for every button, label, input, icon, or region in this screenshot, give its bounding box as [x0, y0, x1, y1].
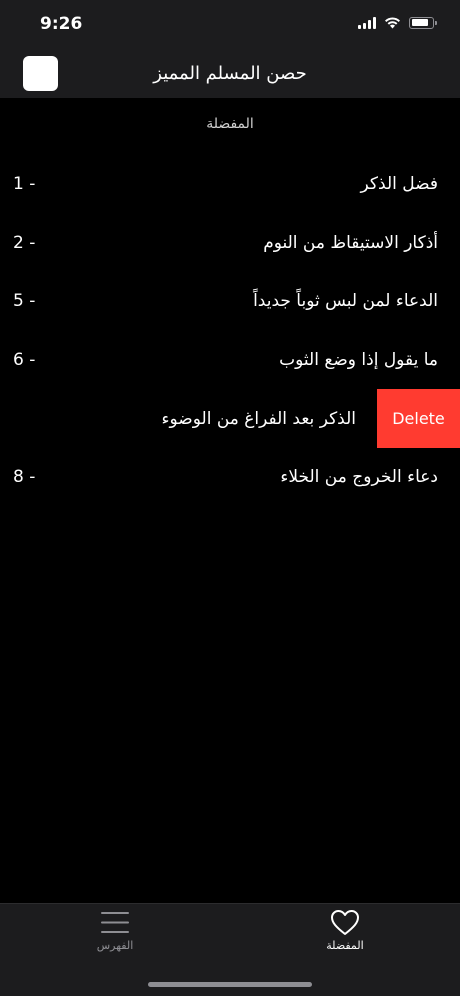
- list-item-label: الدعاء لمن لبس ثوباً جديداً: [253, 291, 438, 312]
- list-item[interactable]: الدعاء لمن لبس ثوباً جديداً 5 -: [0, 272, 460, 331]
- list-item-number: 6 -: [13, 350, 36, 371]
- list-item-swiped[interactable]: الذكر بعد الفراغ من الوضوء Delete: [0, 389, 460, 448]
- list-item-number: 8 -: [13, 467, 36, 488]
- home-indicator: [148, 982, 312, 987]
- page-title: حصن المسلم المميز: [153, 63, 307, 84]
- list-item-label: الذكر بعد الفراغ من الوضوء: [161, 408, 356, 429]
- wifi-icon: [384, 16, 401, 29]
- menu-icon: [100, 909, 130, 936]
- tab-index[interactable]: الفهرس: [45, 909, 185, 952]
- status-icons: [358, 16, 437, 29]
- list-item[interactable]: فضل الذكر 1 -: [0, 155, 460, 214]
- list-item-number: 2 -: [13, 232, 36, 253]
- battery-icon: [409, 16, 437, 29]
- list-item-number: 5 -: [13, 291, 36, 312]
- tab-favorites-label: المفضلة: [326, 939, 364, 952]
- list-item-label: دعاء الخروج من الخلاء: [280, 467, 438, 488]
- list-item[interactable]: ما يقول إذا وضع الثوب 6 -: [0, 331, 460, 390]
- cellular-signal-icon: [358, 16, 376, 29]
- tab-index-label: الفهرس: [96, 939, 134, 952]
- favorites-list: فضل الذكر 1 - أذكار الاستيقاظ من النوم 2…: [0, 155, 460, 507]
- status-bar: 9:26: [0, 0, 460, 50]
- list-item-label: أذكار الاستيقاظ من النوم: [263, 232, 438, 253]
- delete-button[interactable]: Delete: [377, 389, 460, 448]
- nav-bar: حصن المسلم المميز: [0, 50, 460, 98]
- list-item-label: ما يقول إذا وضع الثوب: [279, 350, 438, 371]
- heart-icon: [330, 909, 360, 936]
- list-item[interactable]: أذكار الاستيقاظ من النوم 2 -: [0, 214, 460, 273]
- list-item-number: 1 -: [13, 174, 36, 195]
- battery-fill: [411, 19, 428, 26]
- status-time: 9:26: [40, 14, 83, 34]
- tab-favorites[interactable]: المفضلة: [275, 909, 415, 952]
- list-item-label: فضل الذكر: [360, 174, 438, 195]
- section-title: المفضلة: [206, 116, 254, 132]
- list-item[interactable]: دعاء الخروج من الخلاء 8 -: [0, 448, 460, 507]
